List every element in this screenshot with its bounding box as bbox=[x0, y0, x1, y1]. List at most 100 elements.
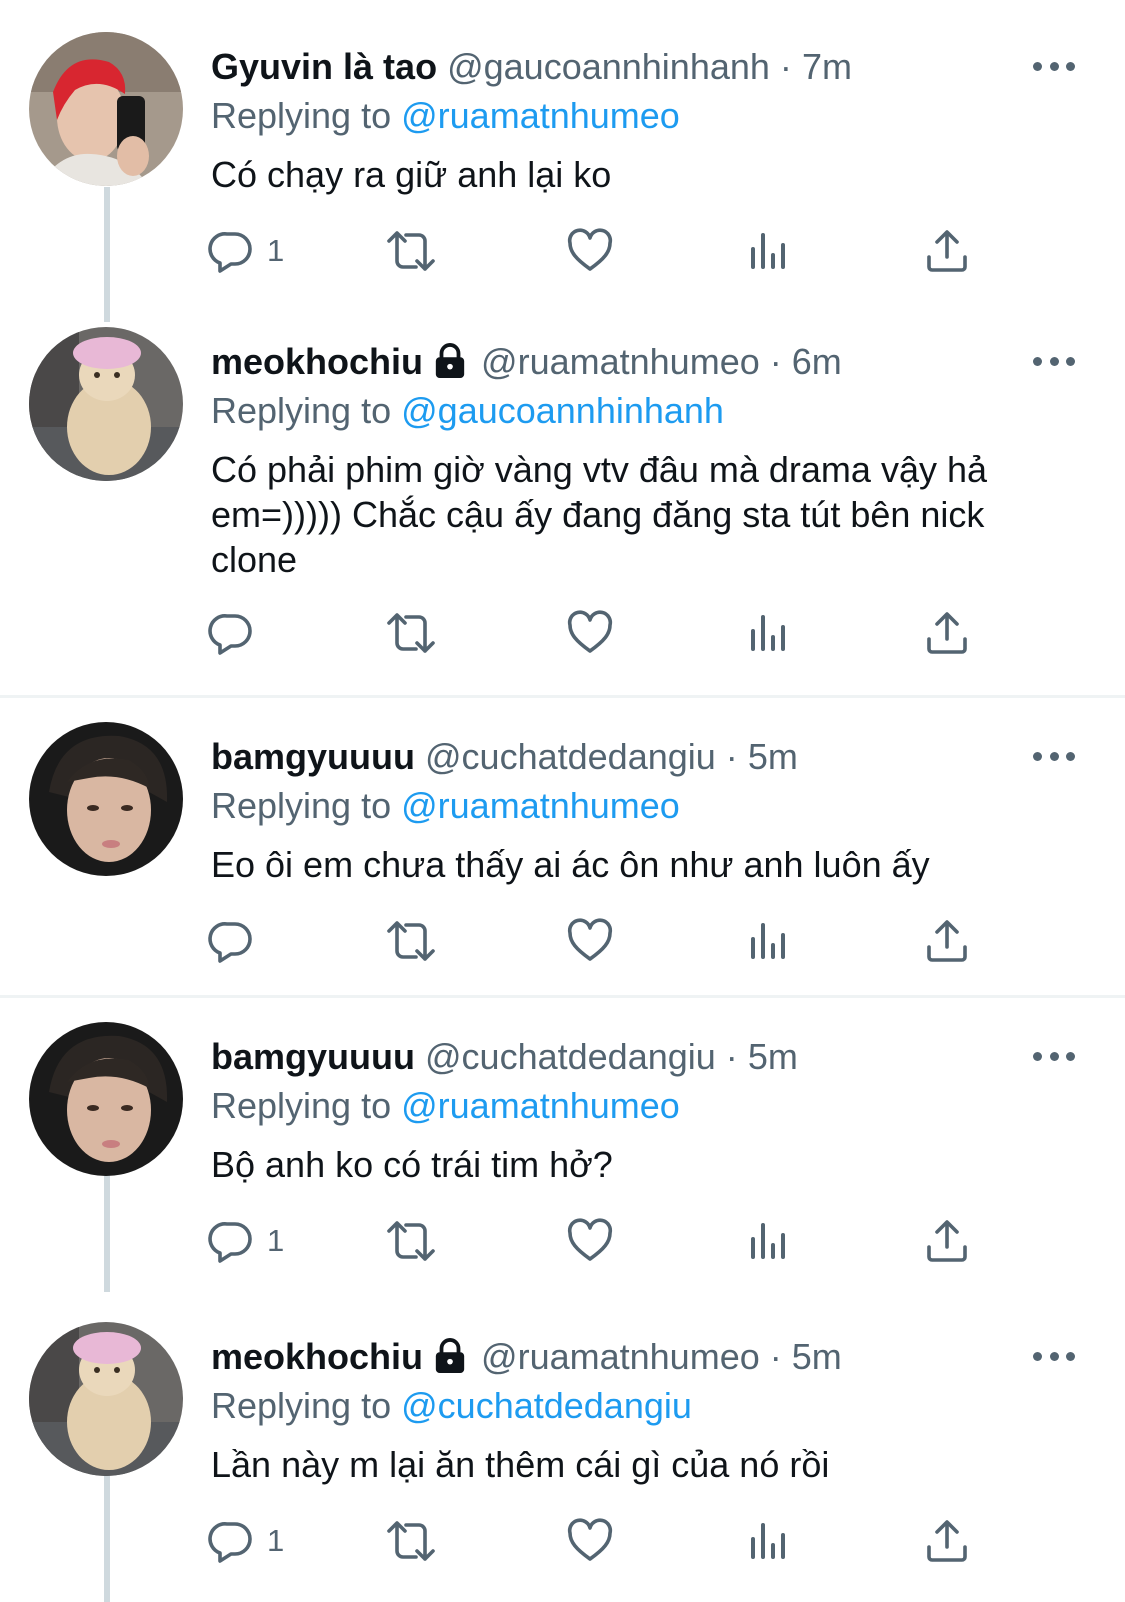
replying-label: Replying to bbox=[211, 1085, 392, 1126]
display-name[interactable]: meokhochiu bbox=[211, 341, 423, 382]
views-icon bbox=[745, 917, 793, 965]
retweet-button[interactable] bbox=[383, 603, 439, 663]
tweet[interactable]: Gyuvin là tao @gaucoannhinhanh · 7m Repl… bbox=[0, 32, 1125, 287]
tweet[interactable]: bamgyuuuu @cuchatdedangiu · 5m Replying … bbox=[0, 722, 1125, 977]
timestamp[interactable]: 7m bbox=[802, 46, 852, 87]
separator-dot: · bbox=[779, 46, 792, 87]
views-button[interactable] bbox=[745, 603, 793, 663]
tweet[interactable]: bamgyuuuu @cuchatdedangiu · 5m Replying … bbox=[0, 1022, 1125, 1277]
share-button[interactable] bbox=[923, 1211, 971, 1271]
more-icon[interactable] bbox=[1033, 341, 1075, 381]
username[interactable]: @ruamatnhumeo bbox=[481, 1336, 760, 1377]
tweet-text: Có chạy ra giữ anh lại ko bbox=[211, 154, 612, 195]
username[interactable]: @cuchatdedangiu bbox=[425, 1036, 716, 1077]
replying-to: Replying to @gaucoannhinhanh bbox=[211, 386, 724, 436]
views-icon bbox=[745, 227, 793, 275]
reply-icon bbox=[207, 1217, 255, 1265]
views-button[interactable] bbox=[745, 911, 793, 971]
mention-link[interactable]: @ruamatnhumeo bbox=[401, 1085, 680, 1126]
display-name[interactable]: Gyuvin là tao bbox=[211, 46, 437, 87]
mention-link[interactable]: @ruamatnhumeo bbox=[401, 785, 680, 826]
more-icon[interactable] bbox=[1033, 736, 1075, 776]
tweet-text: Eo ôi em chưa thấy ai ác ôn như anh luôn… bbox=[211, 844, 930, 885]
username[interactable]: @cuchatdedangiu bbox=[425, 736, 716, 777]
tweet-text: Có phải phim giờ vàng vtv đâu mà drama v… bbox=[211, 449, 988, 580]
divider bbox=[0, 995, 1125, 998]
share-icon bbox=[923, 1217, 971, 1265]
views-button[interactable] bbox=[745, 1511, 793, 1571]
avatar[interactable] bbox=[29, 32, 183, 186]
divider bbox=[0, 695, 1125, 698]
reply-count: 1 bbox=[267, 1523, 285, 1558]
username[interactable]: @ruamatnhumeo bbox=[481, 341, 760, 382]
lock-icon bbox=[433, 343, 467, 379]
share-button[interactable] bbox=[923, 221, 971, 281]
share-button[interactable] bbox=[923, 1511, 971, 1571]
more-icon[interactable] bbox=[1033, 1336, 1075, 1376]
replying-label: Replying to bbox=[211, 785, 392, 826]
retweet-button[interactable] bbox=[383, 221, 439, 281]
retweet-icon bbox=[383, 1517, 439, 1565]
share-icon bbox=[923, 227, 971, 275]
display-name[interactable]: meokhochiu bbox=[211, 1336, 423, 1377]
action-bar: 1 bbox=[0, 1211, 1125, 1271]
timestamp[interactable]: 5m bbox=[748, 1036, 798, 1077]
more-icon[interactable] bbox=[1033, 46, 1075, 86]
retweet-icon bbox=[383, 917, 439, 965]
reply-count: 1 bbox=[267, 1223, 285, 1258]
like-icon bbox=[566, 1517, 614, 1565]
avatar[interactable] bbox=[29, 1022, 183, 1176]
action-bar bbox=[0, 911, 1125, 971]
reply-button[interactable]: 1 bbox=[207, 1511, 284, 1571]
replying-to: Replying to @cuchatdedangiu bbox=[211, 1381, 692, 1431]
avatar[interactable] bbox=[29, 722, 183, 876]
mention-link[interactable]: @ruamatnhumeo bbox=[401, 95, 680, 136]
timestamp[interactable]: 5m bbox=[792, 1336, 842, 1377]
reply-button[interactable] bbox=[207, 603, 267, 663]
like-button[interactable] bbox=[566, 1211, 614, 1271]
retweet-button[interactable] bbox=[383, 911, 439, 971]
views-button[interactable] bbox=[745, 1211, 793, 1271]
reply-icon bbox=[207, 1517, 255, 1565]
tweet-header: bamgyuuuu @cuchatdedangiu · 5m bbox=[211, 732, 1065, 782]
mention-link[interactable]: @cuchatdedangiu bbox=[401, 1385, 692, 1426]
more-icon[interactable] bbox=[1033, 1036, 1075, 1076]
reply-icon bbox=[207, 917, 255, 965]
mention-link[interactable]: @gaucoannhinhanh bbox=[401, 390, 724, 431]
display-name[interactable]: bamgyuuuu bbox=[211, 736, 415, 777]
username[interactable]: @gaucoannhinhanh bbox=[447, 46, 770, 87]
retweet-button[interactable] bbox=[383, 1511, 439, 1571]
views-icon bbox=[745, 1517, 793, 1565]
tweet[interactable]: meokhochiu @ruamatnhumeo · 5m Replying t… bbox=[0, 1322, 1125, 1592]
like-button[interactable] bbox=[566, 603, 614, 663]
reply-button[interactable]: 1 bbox=[207, 221, 284, 281]
reply-count: 1 bbox=[267, 233, 285, 268]
reply-icon bbox=[207, 227, 255, 275]
action-bar: 1 bbox=[0, 221, 1125, 281]
tweet[interactable]: meokhochiu @ruamatnhumeo · 6m Replying t… bbox=[0, 327, 1125, 667]
like-button[interactable] bbox=[566, 911, 614, 971]
avatar[interactable] bbox=[29, 1322, 183, 1476]
replying-to: Replying to @ruamatnhumeo bbox=[211, 1081, 680, 1131]
reply-button[interactable]: 1 bbox=[207, 1211, 284, 1271]
tweet-header: meokhochiu @ruamatnhumeo · 5m bbox=[211, 1332, 1065, 1382]
share-button[interactable] bbox=[923, 603, 971, 663]
reply-button[interactable] bbox=[207, 911, 267, 971]
tweet-header: meokhochiu @ruamatnhumeo · 6m bbox=[211, 337, 1065, 387]
like-button[interactable] bbox=[566, 221, 614, 281]
like-button[interactable] bbox=[566, 1511, 614, 1571]
replying-label: Replying to bbox=[211, 1385, 392, 1426]
share-button[interactable] bbox=[923, 911, 971, 971]
timestamp[interactable]: 5m bbox=[748, 736, 798, 777]
tweet-header: Gyuvin là tao @gaucoannhinhanh · 7m bbox=[211, 42, 1065, 92]
tweet-text: Bộ anh ko có trái tim hở? bbox=[211, 1144, 613, 1185]
replying-label: Replying to bbox=[211, 390, 392, 431]
display-name[interactable]: bamgyuuuu bbox=[211, 1036, 415, 1077]
retweet-button[interactable] bbox=[383, 1211, 439, 1271]
like-icon bbox=[566, 227, 614, 275]
retweet-icon bbox=[383, 609, 439, 657]
views-button[interactable] bbox=[745, 221, 793, 281]
avatar[interactable] bbox=[29, 327, 183, 481]
share-icon bbox=[923, 917, 971, 965]
timestamp[interactable]: 6m bbox=[792, 341, 842, 382]
